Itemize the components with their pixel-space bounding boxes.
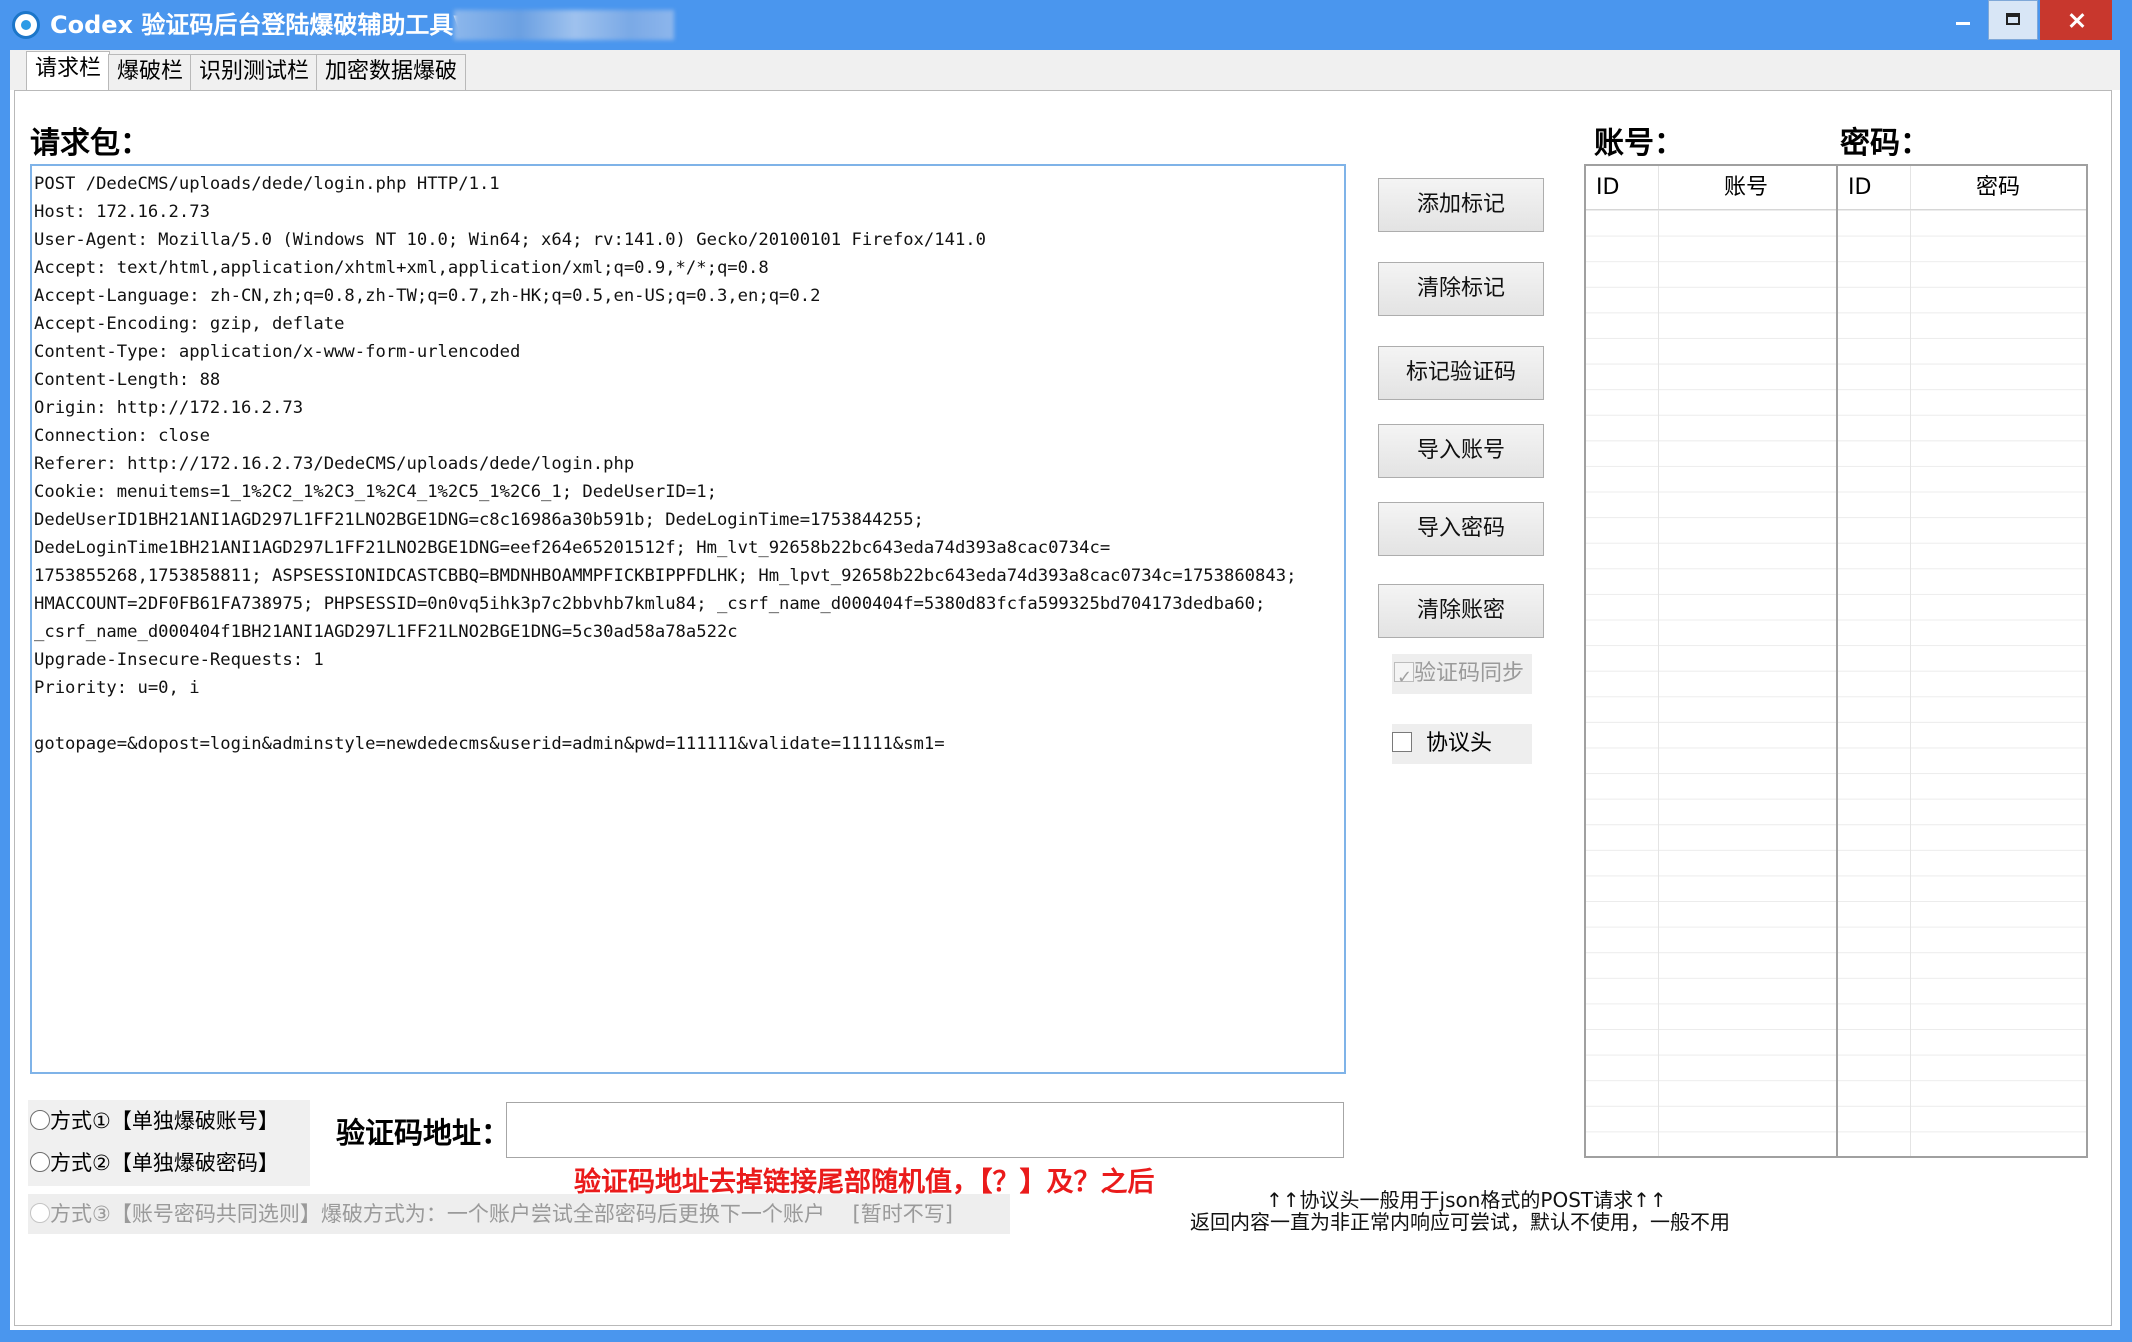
mode3-radio-icon[interactable] xyxy=(30,1203,50,1223)
accounts-rows xyxy=(1586,210,1836,1156)
title-bar[interactable]: Codex 验证码后台登陆爆破辅助工具V2.1 xyxy=(0,0,2132,50)
mode3-label: 方式③【账号密码共同选则】爆破方式为：一个账户尝试全部密码后更换下一个账户 [暂… xyxy=(50,1202,953,1226)
mode1-radio-icon[interactable] xyxy=(30,1110,50,1130)
app-window: Codex 验证码后台登陆爆破辅助工具V2.1 请求栏 爆破栏 识别测试栏 加密… xyxy=(0,0,2132,1342)
mode-radio-panel: 方式①【单独爆破账号】 方式②【单独爆破密码】 xyxy=(28,1100,310,1186)
passwords-label: 密码： xyxy=(1840,126,1930,161)
passwords-col-divider xyxy=(1910,166,1911,1156)
passwords-list[interactable]: ID 密码 xyxy=(1836,164,2088,1158)
app-logo-icon xyxy=(12,11,40,39)
accounts-col-divider xyxy=(1658,166,1659,1156)
passwords-rows xyxy=(1838,210,2086,1156)
tab-encrypted-brute[interactable]: 加密数据爆破 xyxy=(316,54,467,90)
captcha-address-label: 验证码地址： xyxy=(336,1116,511,1150)
protocol-note-line2: 返回内容一直为非正常内响应可尝试，默认不使用，一般不用 xyxy=(1190,1210,1730,1234)
protocol-header-label: 协议头 xyxy=(1426,731,1493,756)
tab-brute[interactable]: 爆破栏 xyxy=(108,54,193,90)
mode2-label: 方式②【单独爆破密码】 xyxy=(50,1151,279,1175)
request-label: 请求包： xyxy=(30,126,150,161)
passwords-col-id[interactable]: ID xyxy=(1848,166,1871,210)
maximize-button[interactable] xyxy=(1988,0,2038,40)
passwords-header: ID 密码 xyxy=(1838,166,2086,210)
minimize-button[interactable] xyxy=(1938,0,1988,40)
import-account-button[interactable]: 导入账号 xyxy=(1378,424,1544,478)
accounts-header: ID 账号 xyxy=(1586,166,1836,210)
tab-strip: 请求栏 爆破栏 识别测试栏 加密数据爆破 xyxy=(10,50,2120,91)
mode2-radio-icon[interactable] xyxy=(30,1152,50,1172)
captcha-sync-check-icon[interactable] xyxy=(1394,658,1414,698)
passwords-col-password[interactable]: 密码 xyxy=(1976,166,2020,210)
mode3-radio[interactable]: 方式③【账号密码共同选则】爆破方式为：一个账户尝试全部密码后更换下一个账户 [暂… xyxy=(28,1194,1010,1234)
request-textarea[interactable]: POST /DedeCMS/uploads/dede/login.php HTT… xyxy=(30,164,1346,1074)
mode1-radio[interactable]: 方式①【单独爆破账号】 xyxy=(30,1102,279,1140)
clear-mark-button[interactable]: 清除标记 xyxy=(1378,262,1544,316)
protocol-header-check-icon[interactable] xyxy=(1392,732,1412,752)
mark-captcha-button[interactable]: 标记验证码 xyxy=(1378,346,1544,400)
close-button[interactable] xyxy=(2040,0,2112,40)
captcha-address-input[interactable] xyxy=(506,1102,1344,1158)
blurred-title-suffix xyxy=(454,10,674,40)
captcha-sync-label: 验证码同步 xyxy=(1414,661,1525,686)
accounts-list[interactable]: ID 账号 xyxy=(1584,164,1838,1158)
add-mark-button[interactable]: 添加标记 xyxy=(1378,178,1544,232)
import-password-button[interactable]: 导入密码 xyxy=(1378,502,1544,556)
request-text: POST /DedeCMS/uploads/dede/login.php HTT… xyxy=(34,174,1297,754)
mode1-label: 方式①【单独爆破账号】 xyxy=(50,1109,279,1133)
tab-recognize-test[interactable]: 识别测试栏 xyxy=(190,54,319,90)
accounts-col-account[interactable]: 账号 xyxy=(1724,166,1768,210)
tab-request[interactable]: 请求栏 xyxy=(26,51,111,91)
window-title: Codex 验证码后台登陆爆破辅助工具V2.1 xyxy=(50,11,515,39)
mode2-radio[interactable]: 方式②【单独爆破密码】 xyxy=(30,1144,279,1182)
captcha-sync-checkbox[interactable]: 验证码同步 xyxy=(1392,654,1532,698)
accounts-col-id[interactable]: ID xyxy=(1596,166,1619,210)
clear-accounts-button[interactable]: 清除账密 xyxy=(1378,584,1544,638)
captcha-address-note: 验证码地址去掉链接尾部随机值，【？】及？之后 xyxy=(574,1167,1155,1198)
accounts-label: 账号： xyxy=(1594,126,1684,161)
protocol-header-checkbox[interactable]: 协议头 xyxy=(1392,724,1532,764)
